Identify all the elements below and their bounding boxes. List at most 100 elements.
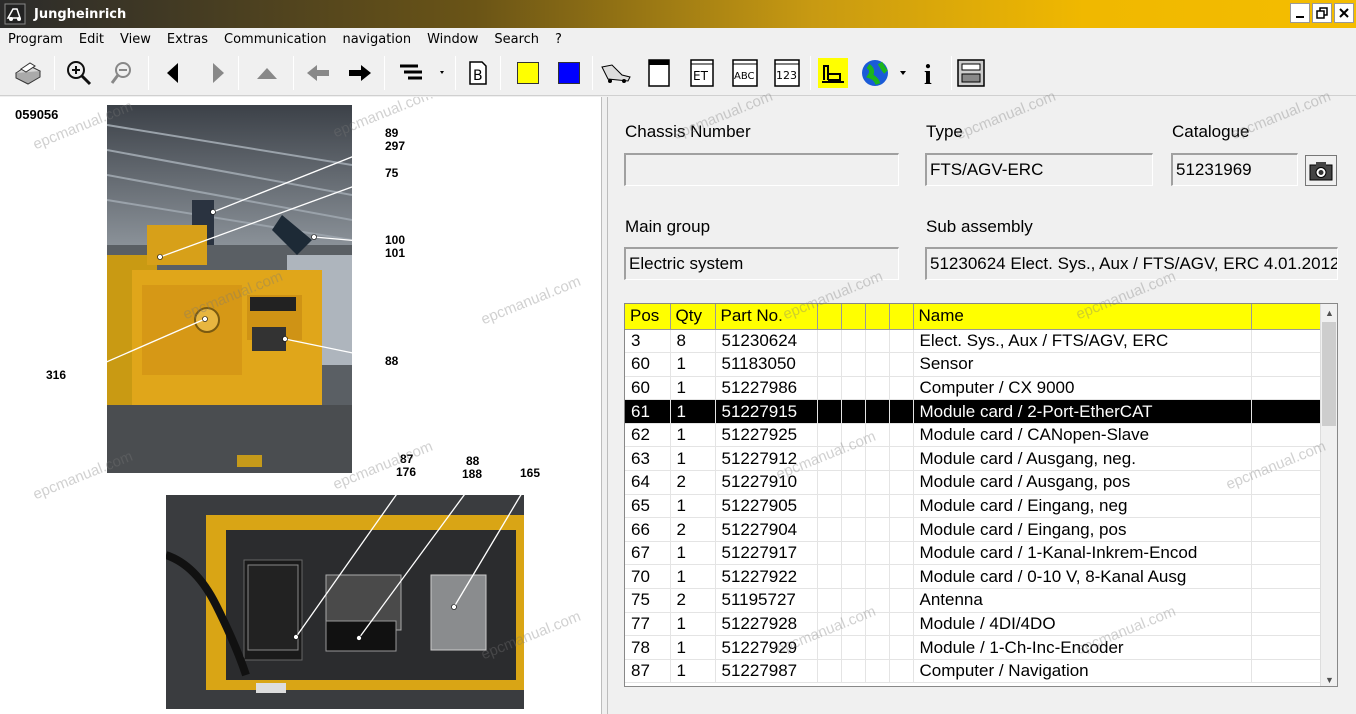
sub-assembly-field[interactable]: 51230624 Elect. Sys., Aux / FTS/AGV, ERC…: [925, 247, 1338, 280]
cell-blank: [1251, 659, 1323, 684]
cell-pos: 70: [625, 564, 671, 590]
cart-button[interactable]: [600, 57, 632, 89]
number-button[interactable]: 123: [771, 57, 803, 89]
column-blank-3[interactable]: [865, 304, 890, 330]
print-icon: [15, 62, 41, 85]
menu-extras[interactable]: Extras: [167, 32, 208, 47]
forward-button[interactable]: [202, 57, 234, 89]
leader-lines: [71, 144, 523, 641]
table-row[interactable]: 64 2 51227910 Module card / Ausgang, pos: [625, 470, 1323, 495]
minimize-button[interactable]: [1290, 3, 1310, 23]
table-scrollbar[interactable]: ▲ ▼: [1320, 304, 1337, 686]
main-group-field[interactable]: Electric system: [624, 247, 899, 280]
yellow-color-button[interactable]: [512, 57, 544, 89]
cell-blank: [865, 588, 890, 613]
menu-program[interactable]: Program: [8, 32, 63, 47]
callout-297[interactable]: 297: [385, 140, 405, 153]
cell-name: Module card / 1-Kanal-Inkrem-Encod: [913, 541, 1252, 566]
menu-edit[interactable]: Edit: [79, 32, 104, 47]
type-field[interactable]: FTS/AGV-ERC: [925, 153, 1153, 186]
window-button[interactable]: [643, 57, 675, 89]
table-row[interactable]: 75 2 51195727 Antenna: [625, 588, 1323, 613]
table-row[interactable]: 60 1 51183050 Sensor: [625, 352, 1323, 377]
svg-text:123: 123: [776, 69, 797, 82]
callout-176[interactable]: 176: [396, 466, 416, 479]
language-dropdown[interactable]: [858, 57, 910, 89]
forklift-button[interactable]: [817, 57, 849, 89]
print-button[interactable]: [12, 57, 44, 89]
column-blank-1[interactable]: [817, 304, 842, 330]
zoom-out-button[interactable]: [107, 57, 139, 89]
cell-blank: [841, 399, 866, 424]
chassis-number-field[interactable]: [624, 153, 899, 186]
back-button[interactable]: [157, 57, 189, 89]
abc-button[interactable]: ABC: [729, 57, 761, 89]
scroll-up-icon[interactable]: ▲: [1321, 304, 1337, 321]
pane-splitter[interactable]: [601, 97, 608, 714]
column-qty[interactable]: Qty: [670, 304, 716, 330]
table-row[interactable]: 65 1 51227905 Module card / Eingang, neg: [625, 494, 1323, 519]
cell-blank: [817, 329, 842, 354]
column-blank-2[interactable]: [841, 304, 866, 330]
menu-help[interactable]: ?: [555, 32, 562, 47]
callout-88-top[interactable]: 88: [385, 355, 398, 368]
up-button[interactable]: [251, 57, 283, 89]
cell-qty: 8: [670, 329, 716, 354]
scroll-thumb[interactable]: [1322, 322, 1336, 426]
table-row[interactable]: 70 1 51227922 Module card / 0-10 V, 8-Kanal…: [625, 564, 1323, 590]
bookmark-button[interactable]: B: [462, 57, 494, 89]
callout-75[interactable]: 75: [385, 167, 398, 180]
et-button[interactable]: ET: [686, 57, 718, 89]
table-row[interactable]: 77 1 51227928 Module / 4DI/4DO: [625, 612, 1323, 637]
title-bar: Jungheinrich: [0, 0, 1356, 28]
table-row[interactable]: 63 1 51227912 Module card / Ausgang, neg.: [625, 446, 1323, 472]
restore-button[interactable]: [1312, 3, 1332, 23]
column-name[interactable]: Name: [913, 304, 1252, 330]
close-button[interactable]: [1334, 3, 1354, 23]
cell-part-no: 51183050: [715, 352, 818, 377]
table-row[interactable]: 78 1 51227929 Module / 1-Ch-Inc-Encoder: [625, 635, 1323, 660]
table-row[interactable]: 62 1 51227925 Module card / CANopen-Slave: [625, 423, 1323, 448]
settings-panel-button[interactable]: [955, 57, 987, 89]
table-row[interactable]: 3 8 51230624 Elect. Sys., Aux / FTS/AGV, ER…: [625, 329, 1323, 354]
scroll-down-icon[interactable]: ▼: [1321, 671, 1337, 686]
column-part-no[interactable]: Part No.: [715, 304, 818, 330]
tree-view-dropdown[interactable]: [394, 57, 450, 89]
callout-316[interactable]: 316: [46, 369, 66, 382]
cell-part-no: 51227917: [715, 541, 818, 566]
cell-blank: [841, 423, 866, 448]
callout-101[interactable]: 101: [385, 247, 405, 260]
table-row[interactable]: 60 1 51227986 Computer / CX 9000: [625, 376, 1323, 401]
next-button[interactable]: [344, 57, 376, 89]
cell-name: Computer / Navigation: [913, 659, 1252, 684]
svg-text:ET: ET: [693, 69, 709, 83]
menu-window[interactable]: Window: [427, 32, 478, 47]
menu-view[interactable]: View: [120, 32, 151, 47]
cell-part-no: 51227910: [715, 470, 818, 495]
zoom-out-icon: [110, 62, 131, 84]
column-blank-4[interactable]: [889, 304, 914, 330]
table-row[interactable]: 87 1 51227987 Computer / Navigation: [625, 659, 1323, 684]
callout-188[interactable]: 188: [462, 468, 482, 481]
cell-blank: [841, 352, 866, 377]
menu-communication[interactable]: Communication: [224, 32, 326, 47]
menu-search[interactable]: Search: [494, 32, 539, 47]
cell-blank: [889, 541, 914, 566]
camera-button[interactable]: [1305, 155, 1337, 186]
cell-part-no: 51227915: [715, 399, 818, 424]
table-row[interactable]: 66 2 51227904 Module card / Eingang, pos: [625, 517, 1323, 542]
table-row[interactable]: 67 1 51227917 Module card / 1-Kanal-Inkrem-…: [625, 541, 1323, 566]
cell-part-no: 51227904: [715, 517, 818, 542]
column-pos[interactable]: Pos: [625, 304, 671, 330]
previous-button[interactable]: [302, 57, 334, 89]
zoom-in-button[interactable]: [63, 57, 95, 89]
blue-color-button[interactable]: [553, 57, 585, 89]
cell-pos: 67: [625, 541, 671, 566]
catalogue-field[interactable]: 51231969: [1171, 153, 1298, 186]
table-row[interactable]: 61 1 51227915 Module card / 2-Port-EtherCAT: [625, 399, 1323, 424]
column-blank-5[interactable]: [1251, 304, 1323, 330]
info-button[interactable]: i: [913, 57, 945, 89]
menu-navigation[interactable]: navigation: [342, 32, 411, 47]
callout-165[interactable]: 165: [520, 467, 540, 480]
cell-blank: [1251, 541, 1323, 566]
